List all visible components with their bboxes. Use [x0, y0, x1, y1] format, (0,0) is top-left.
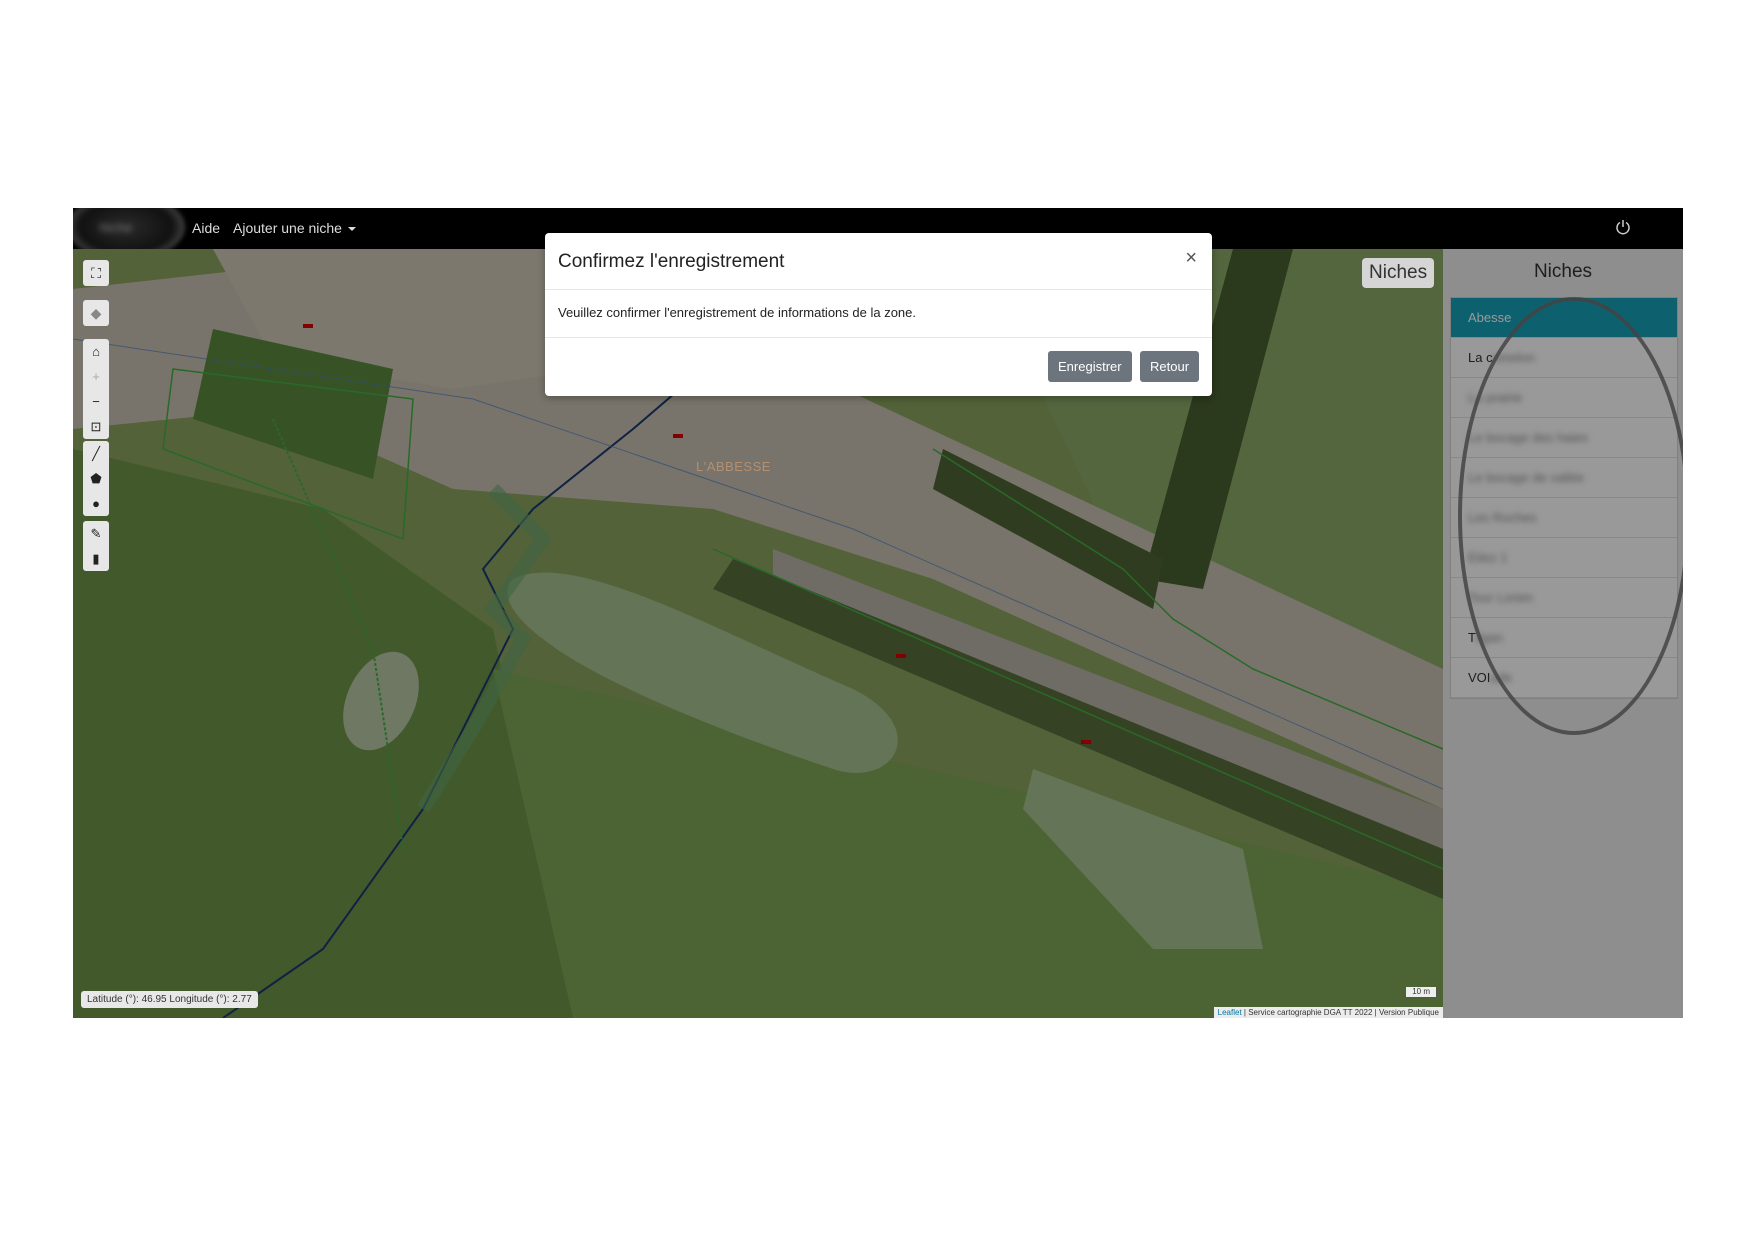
niches-map-label: Niches [1362, 258, 1435, 288]
coordinates-readout: Latitude (°): 46.95 Longitude (°): 2.77 [81, 991, 258, 1008]
back-button[interactable]: Retour [1140, 351, 1200, 382]
draw-marker-icon[interactable]: ● [83, 491, 109, 516]
zoom-box-icon[interactable]: ⊡ [83, 414, 109, 439]
edit-toolbar: ✎ ▮ [83, 521, 109, 571]
attribution-text: | Service cartographie DGA TT 2022 | Ver… [1241, 1008, 1439, 1017]
dialog-header: Confirmez l'enregistrement × [545, 233, 1212, 290]
close-icon[interactable]: × [1185, 247, 1197, 270]
confirm-dialog: Confirmez l'enregistrement × Veuillez co… [545, 233, 1212, 396]
nav-add-niche-dropdown[interactable]: Ajouter une niche [233, 220, 356, 236]
zoom-in-icon[interactable]: + [83, 364, 109, 389]
home-icon[interactable]: ⌂ [83, 339, 109, 364]
niches-sidebar: Niches Abesse La comelon La prairie Le b… [1443, 249, 1683, 1018]
dialog-message: Veuillez confirmer l'enregistrement de i… [558, 305, 916, 320]
place-label: L'ABBESSE [696, 459, 771, 474]
edit-icon[interactable]: ✎ [83, 521, 109, 546]
dialog-title: Confirmez l'enregistrement [558, 251, 785, 272]
fullscreen-icon[interactable]: ⛶ [83, 260, 109, 286]
layers-icon[interactable]: ◆ [83, 300, 109, 326]
scale-bar: 10 m [1405, 987, 1437, 998]
delete-icon[interactable]: ▮ [83, 546, 109, 571]
caret-down-icon [347, 227, 356, 232]
save-button[interactable]: Enregistrer [1048, 351, 1132, 382]
leaflet-link[interactable]: Leaflet [1218, 1008, 1242, 1017]
nav-help-link[interactable]: Aide [192, 220, 220, 236]
draw-toolbar: ╱ ⬟ ● [83, 441, 109, 516]
nav-add-niche-label: Ajouter une niche [233, 220, 342, 236]
map-attribution: Leaflet | Service cartographie DGA TT 20… [1213, 1007, 1443, 1018]
zoom-toolbar: ⌂ + − ⊡ [83, 339, 109, 439]
dialog-footer: Enregistrer Retour [545, 337, 1212, 397]
draw-line-icon[interactable]: ╱ [83, 441, 109, 466]
draw-polygon-icon[interactable]: ⬟ [83, 466, 109, 491]
zoom-out-icon[interactable]: − [83, 389, 109, 414]
logo-text: Niche [99, 220, 133, 235]
power-icon[interactable] [1615, 219, 1631, 235]
annotation-circle [1458, 297, 1683, 735]
